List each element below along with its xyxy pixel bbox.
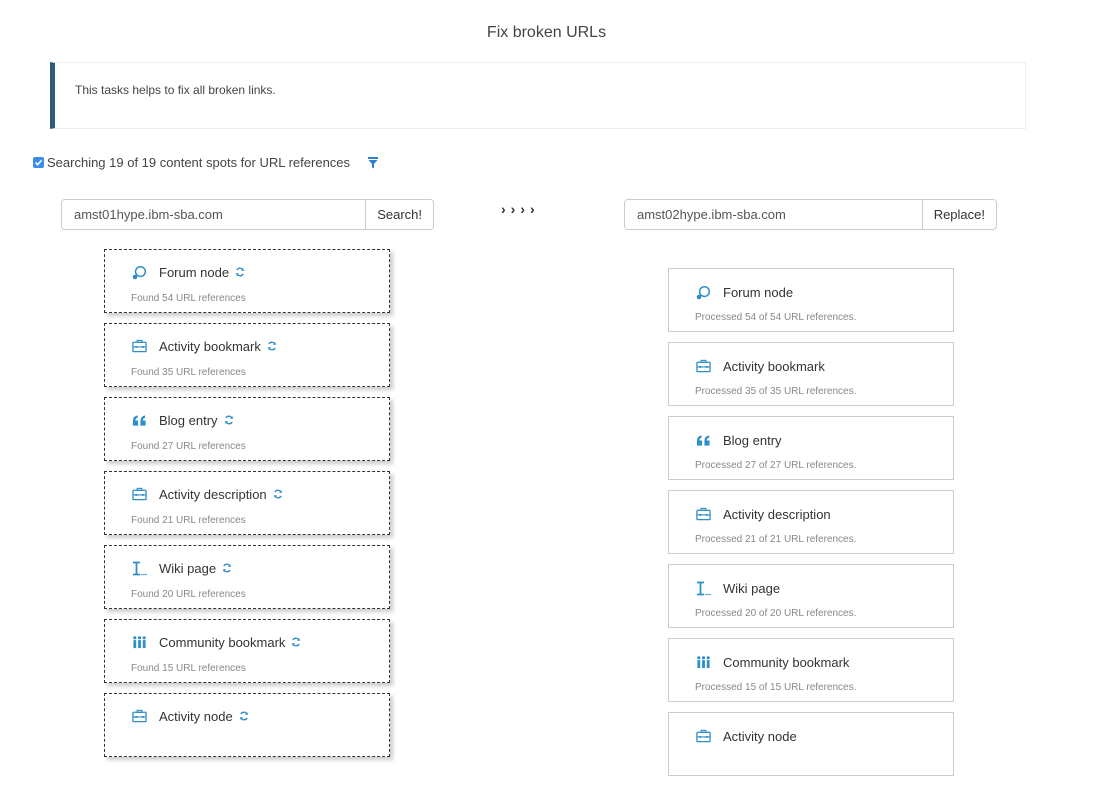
card-status: Processed 15 of 15 URL references.	[695, 682, 857, 693]
found-list: Forum node Found 54 URL references Activit…	[104, 249, 390, 767]
card-status: Found 20 URL references	[131, 589, 246, 600]
found-card[interactable]: Activity node	[104, 693, 390, 757]
refresh-icon[interactable]	[267, 341, 277, 351]
refresh-icon[interactable]	[273, 489, 283, 499]
processed-card[interactable]: Wiki page Processed 20 of 20 URL referenc…	[668, 564, 954, 628]
card-title-row: Activity description	[131, 486, 283, 502]
replace-input[interactable]	[625, 200, 922, 229]
forum-icon	[131, 264, 147, 280]
scope-label: Searching 19 of 19 content spots for URL…	[47, 155, 351, 170]
search-button[interactable]: Search!	[365, 200, 433, 229]
wiki-icon	[695, 580, 711, 596]
card-title: Community bookmark	[159, 634, 286, 650]
refresh-icon[interactable]	[235, 267, 245, 277]
refresh-icon[interactable]	[291, 637, 301, 647]
card-title: Wiki page	[723, 580, 781, 596]
card-title: Wiki page	[159, 560, 217, 576]
processed-card[interactable]: Activity description Processed 21 of 21 U…	[668, 490, 954, 554]
arrows-indicator: ››››	[501, 201, 540, 217]
card-title: Activity bookmark	[723, 358, 825, 374]
scope-row: Searching 19 of 19 content spots for URL…	[33, 155, 379, 170]
wiki-icon	[131, 560, 147, 576]
briefcase-icon	[131, 338, 147, 354]
found-card[interactable]: Blog entry Found 27 URL references	[104, 397, 390, 461]
refresh-icon[interactable]	[224, 415, 234, 425]
card-title-row: Wiki page	[131, 560, 232, 576]
card-title: Community bookmark	[723, 654, 850, 670]
card-title: Blog entry	[723, 432, 782, 448]
processed-card[interactable]: Community bookmark Processed 15 of 15 URL…	[668, 638, 954, 702]
card-status: Found 54 URL references	[131, 293, 246, 304]
card-title-row: Activity node	[695, 728, 797, 744]
quote-icon	[131, 412, 147, 428]
refresh-icon[interactable]	[222, 563, 232, 573]
card-title-row: Activity node	[131, 708, 249, 724]
search-group: Search!	[61, 199, 434, 230]
card-title-row: Community bookmark	[695, 654, 849, 670]
found-card[interactable]: Activity bookmark Found 35 URL references	[104, 323, 390, 387]
processed-card[interactable]: Blog entry Processed 27 of 27 URL referen…	[668, 416, 954, 480]
found-card[interactable]: Forum node Found 54 URL references	[104, 249, 390, 313]
filter-icon[interactable]	[368, 156, 379, 169]
briefcase-icon	[695, 506, 711, 522]
found-card[interactable]: Wiki page Found 20 URL references	[104, 545, 390, 609]
card-title-row: Wiki page	[695, 580, 780, 596]
card-status: Processed 35 of 35 URL references.	[695, 386, 857, 397]
card-title-row: Forum node	[131, 264, 245, 280]
page-title: Fix broken URLs	[486, 24, 607, 41]
briefcase-icon	[695, 358, 711, 374]
replace-button[interactable]: Replace!	[921, 200, 996, 229]
processed-list: Forum node Processed 54 of 54 URL referen…	[668, 268, 954, 786]
card-title: Activity bookmark	[159, 338, 261, 354]
card-status: Found 27 URL references	[131, 441, 246, 452]
card-status: Processed 27 of 27 URL references.	[695, 460, 857, 471]
card-status: Processed 20 of 20 URL references.	[695, 608, 857, 619]
card-title-row: Activity bookmark	[131, 338, 277, 354]
processed-card[interactable]: Activity bookmark Processed 35 of 35 URL …	[668, 342, 954, 406]
briefcase-icon	[695, 728, 711, 744]
card-status: Found 21 URL references	[131, 515, 246, 526]
search-input[interactable]	[62, 200, 366, 229]
processed-card[interactable]: Forum node Processed 54 of 54 URL referen…	[668, 268, 954, 332]
processed-card[interactable]: Activity node	[668, 712, 954, 776]
card-title-row: Community bookmark	[131, 634, 301, 650]
card-status: Processed 54 of 54 URL references.	[695, 312, 857, 323]
card-title: Forum node	[723, 284, 794, 300]
community-icon	[131, 634, 147, 650]
card-title-row: Blog entry	[695, 432, 782, 448]
card-title: Activity node	[159, 708, 233, 724]
card-title: Blog entry	[159, 412, 218, 428]
card-title: Activity node	[723, 728, 797, 744]
card-status: Processed 21 of 21 URL references.	[695, 534, 857, 545]
card-title-row: Forum node	[695, 284, 793, 300]
found-card[interactable]: Activity description Found 21 URL referen…	[104, 471, 390, 535]
info-text: This tasks helps to fix all broken links…	[75, 83, 276, 97]
community-icon	[695, 654, 711, 670]
scope-checkbox[interactable]	[33, 157, 44, 168]
card-status: Found 35 URL references	[131, 367, 246, 378]
found-card[interactable]: Community bookmark Found 15 URL reference…	[104, 619, 390, 683]
card-title-row: Activity description	[695, 506, 831, 522]
card-status: Found 15 URL references	[131, 663, 246, 674]
quote-icon	[695, 432, 711, 448]
card-title: Activity description	[723, 506, 831, 522]
card-title-row: Activity bookmark	[695, 358, 825, 374]
card-title: Activity description	[159, 486, 267, 502]
briefcase-icon	[131, 486, 147, 502]
forum-icon	[695, 284, 711, 300]
info-box: This tasks helps to fix all broken links…	[50, 62, 1026, 129]
card-title: Forum node	[159, 264, 230, 280]
card-title-row: Blog entry	[131, 412, 234, 428]
replace-group: Replace!	[624, 199, 997, 230]
briefcase-icon	[131, 708, 147, 724]
refresh-icon[interactable]	[239, 711, 249, 721]
